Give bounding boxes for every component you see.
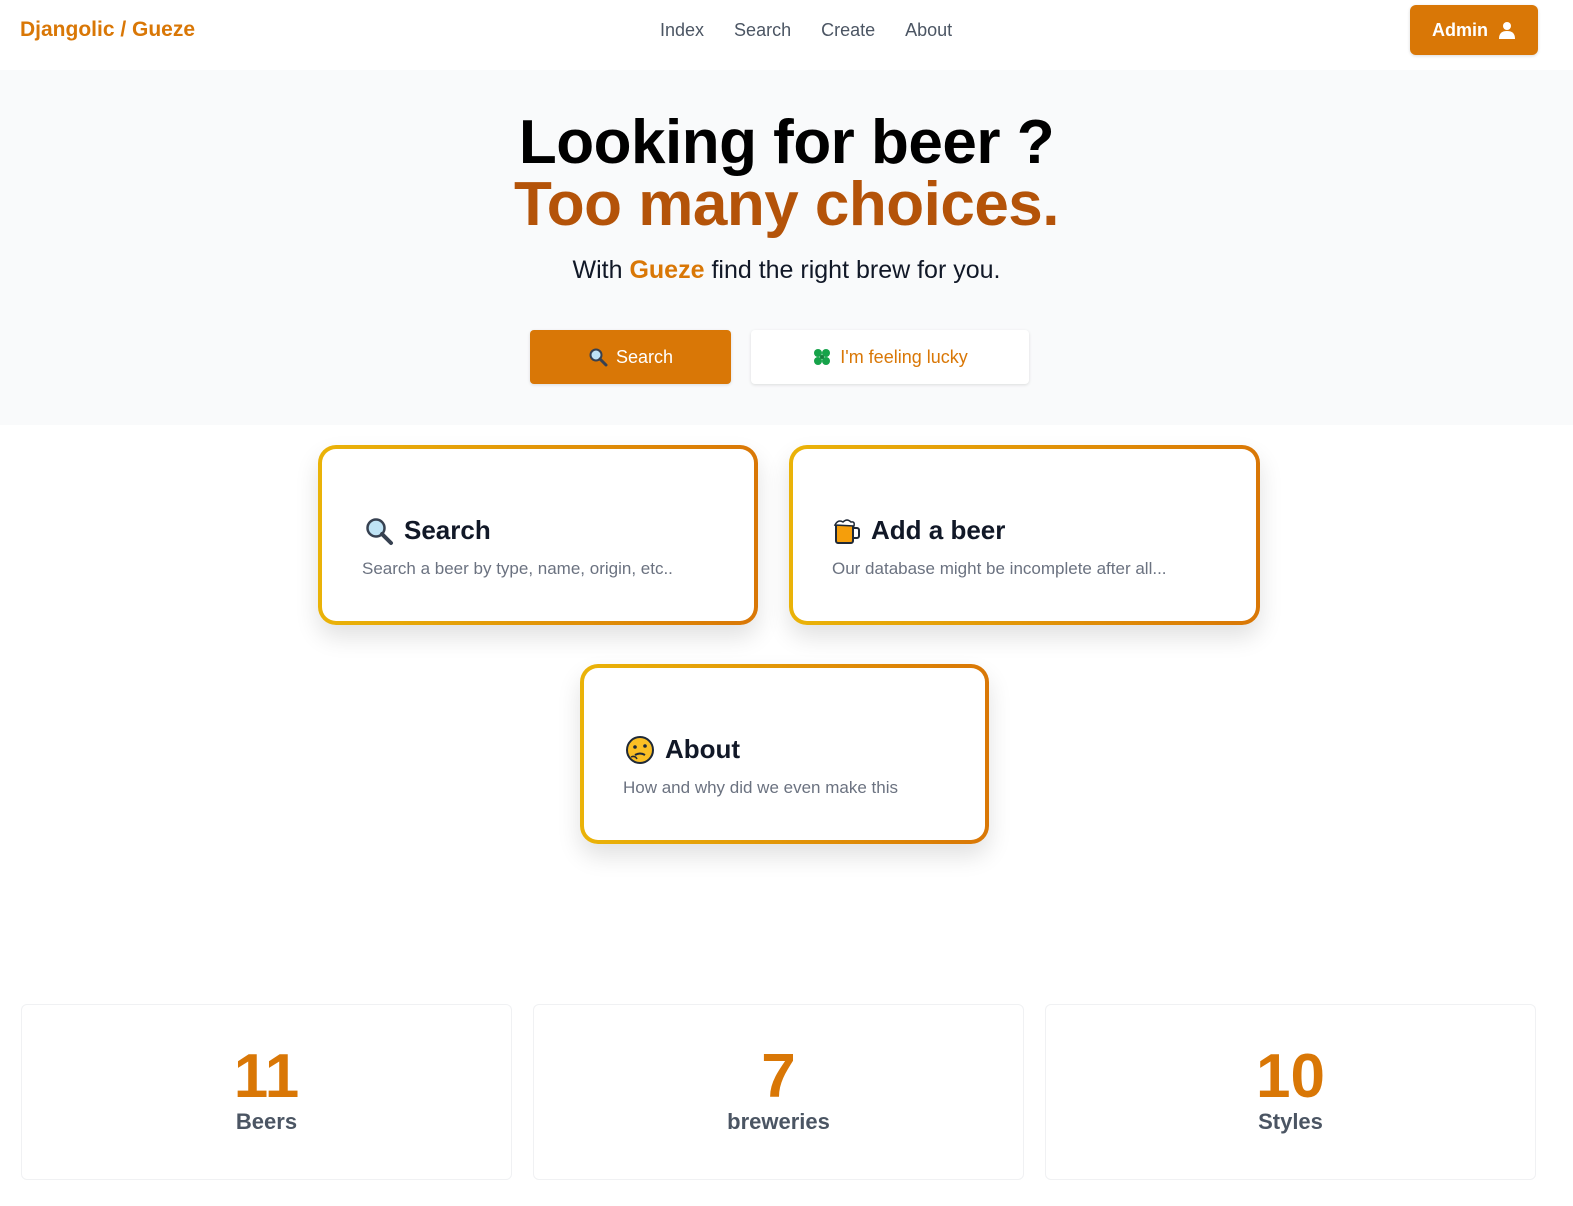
stat-beers-value: 11 [233, 1042, 300, 1111]
add-beer-card-title: Add a beer [833, 515, 1005, 546]
brand-logo-link[interactable]: Djangolic / Gueze [20, 18, 195, 42]
nav-link-search[interactable]: Search [734, 20, 791, 41]
beer-mug-icon [833, 516, 861, 546]
nav-link-create[interactable]: Create [821, 20, 875, 41]
about-card[interactable]: About How and why did we even make this [580, 664, 989, 844]
hero-title-line2: Too many choices. [513, 170, 1060, 239]
add-beer-card-description: Our database might be incomplete after a… [832, 559, 1167, 578]
hero-subtitle-prefix: With [572, 256, 623, 284]
magnifier-icon [588, 347, 608, 367]
add-beer-card[interactable]: Add a beer Our database might be incompl… [789, 445, 1260, 625]
stat-card-beers: 11 Beers [21, 1004, 512, 1180]
thinking-face-icon [625, 735, 655, 765]
magnifier-icon [364, 516, 394, 546]
nav-links: Index Search Create About [660, 20, 952, 41]
stat-card-styles: 10 Styles [1045, 1004, 1536, 1180]
hero-title-line1: Looking for beer ? [518, 108, 1055, 177]
feeling-lucky-button[interactable]: I'm feeling lucky [751, 330, 1029, 384]
about-card-title-label: About [665, 734, 741, 764]
hero-subtitle-brand: Gueze [629, 256, 705, 284]
hero-section: Looking for beer ? Too many choices. Wit… [0, 70, 1573, 425]
clover-icon [812, 347, 832, 367]
add-beer-card-title-label: Add a beer [871, 515, 1006, 545]
hero-subtitle: With Gueze find the right brew for you. [0, 256, 1573, 285]
about-card-body: About How and why did we even make this [584, 668, 985, 840]
stat-breweries-label: breweries [727, 1109, 830, 1134]
search-card-title-label: Search [404, 515, 491, 545]
admin-button[interactable]: Admin [1410, 5, 1538, 55]
add-beer-card-body: Add a beer Our database might be incompl… [793, 449, 1256, 621]
hero-search-button[interactable]: Search [530, 330, 731, 384]
user-icon [1498, 21, 1516, 39]
search-card-body: Search Search a beer by type, name, orig… [322, 449, 754, 621]
admin-button-label: Admin [1432, 19, 1488, 40]
hero-search-button-label: Search [615, 346, 674, 367]
nav-link-about[interactable]: About [905, 20, 952, 41]
stat-styles-label: Styles [1258, 1109, 1323, 1134]
stat-styles-value: 10 [1256, 1042, 1325, 1111]
hero-subtitle-suffix: find the right brew for you. [711, 256, 1001, 284]
feeling-lucky-button-label: I'm feeling lucky [840, 346, 968, 367]
search-card[interactable]: Search Search a beer by type, name, orig… [318, 445, 758, 625]
about-card-description: How and why did we even make this [623, 778, 898, 797]
search-card-description: Search a beer by type, name, origin, etc… [362, 559, 673, 578]
nav-link-index[interactable]: Index [660, 20, 704, 41]
stat-card-breweries: 7 breweries [533, 1004, 1024, 1180]
top-navbar: Djangolic / Gueze Index Search Create Ab… [0, 0, 1573, 70]
stat-breweries-value: 7 [761, 1042, 796, 1111]
about-card-title: About [625, 734, 740, 765]
search-card-title: Search [364, 515, 491, 546]
stat-beers-label: Beers [235, 1109, 298, 1134]
